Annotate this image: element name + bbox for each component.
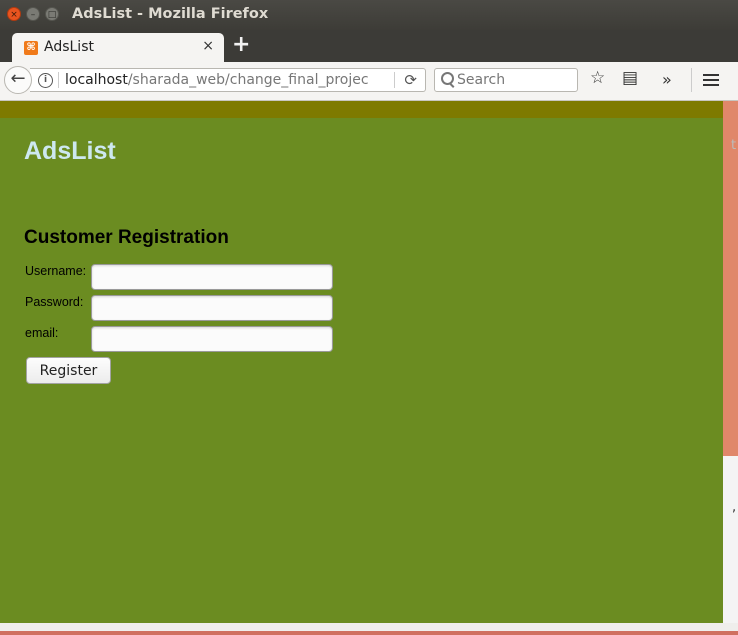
url-divider-right — [394, 72, 395, 88]
tab-title: AdsList — [44, 39, 94, 55]
page-content: AdsList Customer Registration Username: … — [0, 101, 723, 623]
reload-icon[interactable]: ⟳ — [404, 71, 417, 89]
password-field[interactable] — [91, 295, 333, 321]
toolbar-divider — [691, 68, 692, 92]
tab-close-icon[interactable]: × — [202, 38, 214, 54]
info-icon[interactable]: i — [38, 73, 53, 88]
xampp-favicon-icon: ⌘ — [24, 41, 38, 55]
url-text[interactable]: localhost/sharada_web/change_final_proje… — [65, 72, 369, 88]
overflow-chevron-icon[interactable]: » — [662, 70, 672, 89]
register-button[interactable]: Register — [26, 357, 111, 384]
background-text-fragment-lower: , — [732, 500, 737, 515]
background-window-sliver-lower — [723, 456, 738, 623]
navigation-toolbar: i localhost/sharada_web/change_final_pro… — [0, 62, 738, 101]
window-minimize-button[interactable]: – — [26, 7, 40, 21]
maximize-icon: □ — [47, 10, 57, 20]
reading-list-icon[interactable]: ▤ — [622, 68, 638, 88]
window-maximize-button[interactable]: □ — [45, 7, 59, 21]
password-label: Password: — [25, 295, 84, 309]
url-path: /sharada_web/change_final_projec — [127, 72, 369, 88]
back-button[interactable]: ← — [4, 66, 32, 94]
search-box[interactable] — [434, 68, 578, 92]
email-label: email: — [25, 326, 59, 340]
bookmark-star-icon[interactable]: ☆ — [590, 68, 605, 88]
url-host: localhost — [65, 72, 128, 88]
tab-strip: ⌘ AdsList × + — [0, 30, 738, 62]
minimize-icon: – — [30, 10, 36, 20]
window-close-button[interactable]: × — [7, 7, 21, 21]
header-stripe — [0, 101, 723, 118]
background-window-sliver — [723, 101, 738, 456]
background-text-fragment: t — [731, 138, 737, 153]
url-divider — [58, 72, 59, 88]
window-titlebar: × – □ AdsList - Mozilla Firefox — [0, 0, 738, 30]
new-tab-icon[interactable]: + — [232, 34, 250, 56]
tab-adslist[interactable]: ⌘ AdsList × — [12, 33, 224, 62]
search-input[interactable] — [457, 71, 575, 89]
username-field[interactable] — [91, 264, 333, 290]
window-title: AdsList - Mozilla Firefox — [72, 6, 269, 22]
search-icon — [441, 72, 454, 85]
close-icon: × — [10, 10, 18, 20]
email-field[interactable] — [91, 326, 333, 352]
site-title: AdsList — [24, 137, 116, 165]
back-arrow-icon: ← — [10, 68, 26, 89]
hamburger-menu-icon[interactable] — [703, 74, 719, 88]
username-label: Username: — [25, 264, 87, 278]
url-bar[interactable]: i localhost/sharada_web/change_final_pro… — [30, 68, 426, 92]
desktop-edge — [0, 631, 738, 635]
form-heading: Customer Registration — [24, 227, 229, 248]
